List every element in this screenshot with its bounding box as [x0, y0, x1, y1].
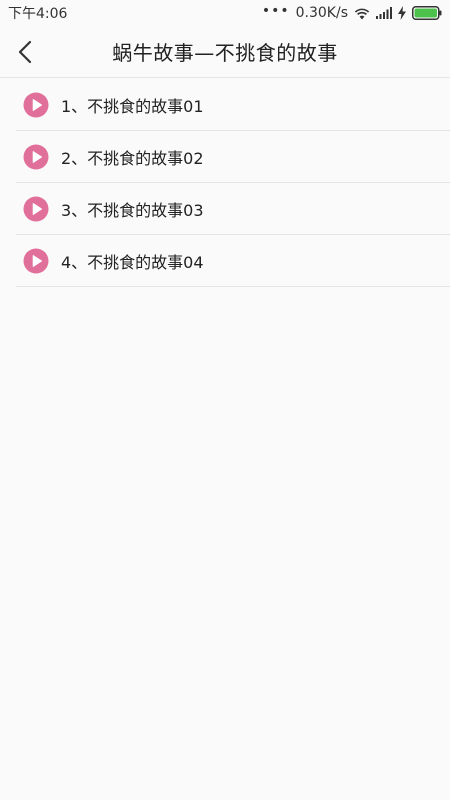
story-title: 3、不挑食的故事03	[61, 200, 204, 220]
story-list: 1、不挑食的故事01 2、不挑食的故事02 3、不挑食的故事03 4、不挑食的故…	[16, 79, 450, 287]
story-title: 4、不挑食的故事04	[61, 252, 204, 272]
status-bar: 下午4:06 ••• 0.30K/s	[0, 0, 450, 26]
page-title: 蜗牛故事—不挑食的故事	[112, 41, 338, 65]
list-item[interactable]: 1、不挑食的故事01	[16, 79, 450, 131]
signal-icon	[376, 7, 392, 19]
battery-icon	[412, 6, 442, 20]
charging-icon	[398, 6, 406, 20]
story-title: 2、不挑食的故事02	[61, 148, 204, 168]
play-icon[interactable]	[23, 144, 49, 170]
list-item[interactable]: 4、不挑食的故事04	[16, 235, 450, 287]
network-speed: 0.30K/s	[295, 5, 348, 21]
list-item[interactable]: 2、不挑食的故事02	[16, 131, 450, 183]
story-title: 1、不挑食的故事01	[61, 96, 204, 116]
more-dots-icon: •••	[261, 3, 290, 19]
list-item[interactable]: 3、不挑食的故事03	[16, 183, 450, 235]
play-icon[interactable]	[23, 92, 49, 118]
play-icon[interactable]	[23, 248, 49, 274]
back-button[interactable]	[10, 34, 40, 70]
play-icon[interactable]	[23, 196, 49, 222]
status-time: 下午4:06	[8, 6, 68, 22]
chevron-left-icon	[18, 40, 32, 64]
navigation-bar: 蜗牛故事—不挑食的故事	[0, 26, 450, 78]
wifi-icon	[354, 7, 370, 20]
status-indicators: ••• 0.30K/s	[261, 3, 442, 21]
